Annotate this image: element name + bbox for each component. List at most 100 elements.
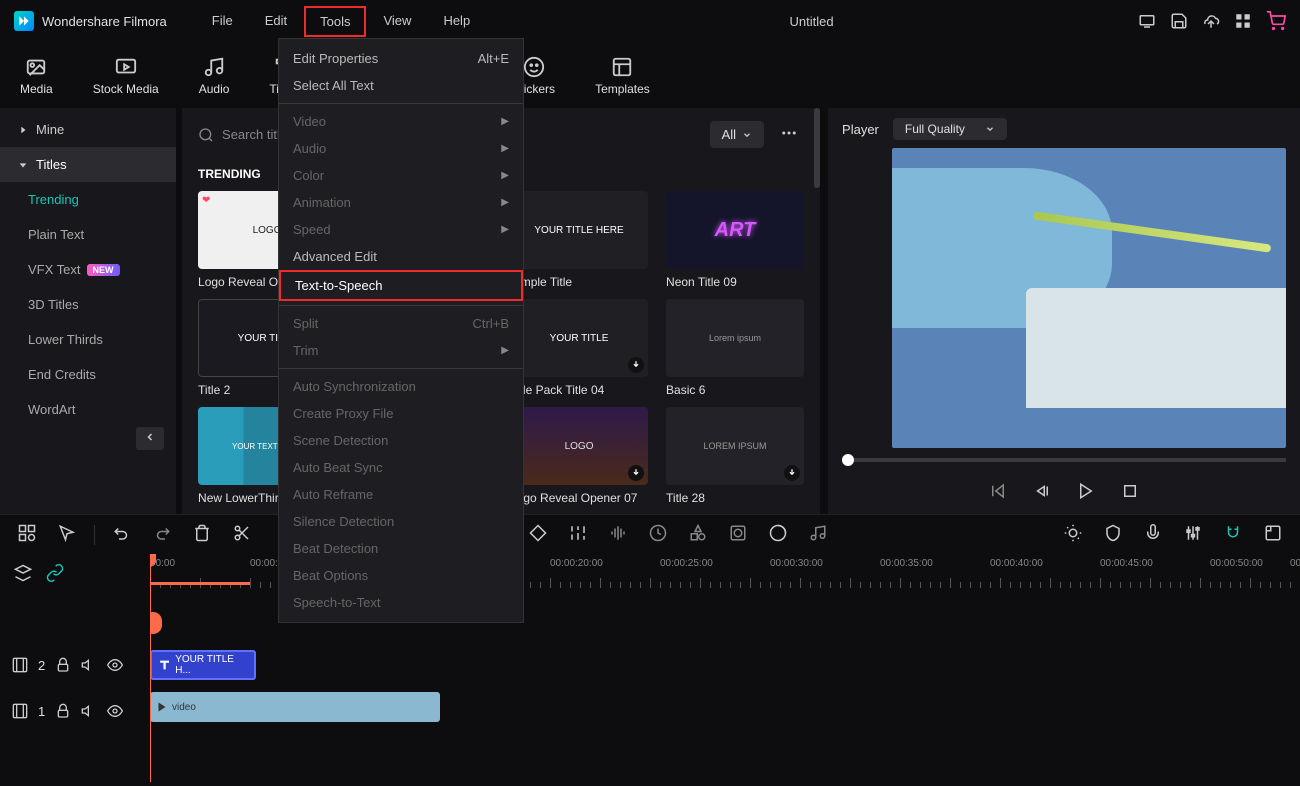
tab-media[interactable]: Media (0, 50, 73, 108)
asset-card[interactable]: YOUR TITLETitle Pack Title 04 (510, 299, 648, 397)
link-icon[interactable] (46, 564, 64, 582)
redo-icon[interactable] (149, 520, 175, 549)
adjust-icon[interactable] (565, 520, 591, 549)
player-label: Player (842, 122, 879, 137)
asset-label: Title 28 (666, 491, 804, 505)
display-icon[interactable] (1138, 12, 1156, 30)
menu-item-select-all-text[interactable]: Select All Text (279, 72, 523, 99)
split-icon[interactable] (229, 520, 255, 549)
filter-dropdown[interactable]: All (710, 121, 764, 148)
prev-frame-button[interactable] (989, 482, 1007, 500)
tab-templates[interactable]: Templates (575, 50, 670, 108)
menu-file[interactable]: File (197, 6, 248, 37)
sidebar-item-end-credits[interactable]: End Credits (0, 357, 176, 392)
step-back-button[interactable] (1033, 482, 1051, 500)
apps-icon[interactable] (1234, 12, 1252, 30)
tab-stock-media[interactable]: Stock Media (73, 50, 179, 108)
marker-icon[interactable] (1100, 520, 1126, 549)
audio-wave-icon[interactable] (605, 520, 631, 549)
sidebar-item-lower-thirds[interactable]: Lower Thirds (0, 322, 176, 357)
plugins-icon[interactable] (14, 520, 40, 549)
sidebar-group-titles[interactable]: Titles (0, 147, 176, 182)
quality-dropdown[interactable]: Full Quality (893, 118, 1007, 140)
marker-handle[interactable] (150, 612, 162, 634)
search-icon (198, 127, 214, 143)
keyframe-icon[interactable] (525, 520, 551, 549)
menu-help[interactable]: Help (428, 6, 485, 37)
sidebar-item-plain-text[interactable]: Plain Text (0, 217, 176, 252)
menu-item-advanced-edit[interactable]: Advanced Edit (279, 243, 523, 270)
menu-view[interactable]: View (368, 6, 426, 37)
menu-edit[interactable]: Edit (250, 6, 302, 37)
eye-icon[interactable] (107, 703, 123, 719)
playhead[interactable] (150, 554, 151, 782)
menu-item-color: Color▶ (279, 162, 523, 189)
download-icon[interactable] (628, 357, 644, 373)
sidebar-item-trending[interactable]: Trending (0, 182, 176, 217)
video-clip[interactable]: video (150, 692, 440, 722)
asset-card[interactable]: ARTNeon Title 09 (666, 191, 804, 289)
mask-icon[interactable] (725, 520, 751, 549)
in-out-marker[interactable] (150, 582, 250, 585)
track-1[interactable]: video (150, 688, 1300, 742)
music-icon[interactable] (805, 520, 831, 549)
more-options-button[interactable] (774, 118, 804, 151)
menu-item-text-to-speech[interactable]: Text-to-Speech (279, 270, 523, 301)
cloud-upload-icon[interactable] (1202, 12, 1220, 30)
download-icon[interactable] (628, 465, 644, 481)
ruler-label: 00:00:30:00 (770, 558, 823, 569)
lock-icon[interactable] (55, 703, 71, 719)
collapse-sidebar-button[interactable] (136, 427, 164, 450)
sun-icon[interactable] (1060, 520, 1086, 549)
film-icon[interactable] (12, 703, 28, 719)
thumbnail: LOGO (510, 407, 648, 485)
download-icon[interactable] (784, 465, 800, 481)
asset-card[interactable]: LOGOLogo Reveal Opener 07 (510, 407, 648, 505)
magnet-icon[interactable] (1220, 520, 1246, 549)
sidebar-group-mine[interactable]: Mine (0, 112, 176, 147)
panel-tabs: MediaStock MediaAudioTitlesTransitionsEf… (0, 42, 1300, 108)
tab-audio[interactable]: Audio (179, 50, 250, 108)
scrub-bar[interactable] (842, 458, 1286, 462)
mute-icon[interactable] (81, 657, 97, 673)
main-content: MineTitlesTrendingPlain TextVFX TextNEW3… (0, 108, 1300, 514)
mute-icon[interactable] (81, 703, 97, 719)
scrollbar[interactable] (814, 108, 820, 188)
play-button[interactable] (1077, 482, 1095, 500)
ruler-label: 00:00:20:00 (550, 558, 603, 569)
chroma-icon[interactable] (765, 520, 791, 549)
sidebar-item-vfx-text[interactable]: VFX TextNEW (0, 252, 176, 287)
fullscreen-icon[interactable] (1260, 520, 1286, 549)
thumbnail: YOUR TITLE (510, 299, 648, 377)
menu-item-edit-properties[interactable]: Edit PropertiesAlt+E (279, 45, 523, 72)
mic-icon[interactable] (1140, 520, 1166, 549)
film-icon[interactable] (12, 657, 28, 673)
menu-tools[interactable]: Tools (304, 6, 366, 37)
layers-icon[interactable] (14, 564, 32, 582)
track-2[interactable]: YOUR TITLE H... (150, 646, 1300, 684)
title-clip[interactable]: YOUR TITLE H... (150, 650, 256, 680)
save-icon[interactable] (1170, 12, 1188, 30)
mixer-icon[interactable] (1180, 520, 1206, 549)
cart-icon[interactable] (1266, 11, 1286, 31)
sidebar-item-3d-titles[interactable]: 3D Titles (0, 287, 176, 322)
scrub-handle[interactable] (842, 454, 854, 466)
submenu-arrow-icon: ▶ (501, 197, 509, 208)
chevron-down-icon (742, 130, 752, 140)
color-icon[interactable] (685, 520, 711, 549)
preview-video[interactable] (892, 148, 1286, 448)
asset-card[interactable]: LOREM IPSUMTitle 28 (666, 407, 804, 505)
lock-icon[interactable] (55, 657, 71, 673)
chevron-icon (18, 160, 28, 170)
pointer-icon[interactable] (54, 520, 80, 549)
stop-button[interactable] (1121, 482, 1139, 500)
eye-icon[interactable] (107, 657, 123, 673)
sidebar-item-wordart[interactable]: WordArt (0, 392, 176, 427)
timeline-toolbar (0, 514, 1300, 554)
delete-icon[interactable] (189, 520, 215, 549)
undo-icon[interactable] (109, 520, 135, 549)
asset-card[interactable]: Lorem ipsumBasic 6 (666, 299, 804, 397)
submenu-arrow-icon: ▶ (501, 116, 509, 127)
asset-card[interactable]: YOUR TITLE HERESimple Title (510, 191, 648, 289)
speed-icon[interactable] (645, 520, 671, 549)
